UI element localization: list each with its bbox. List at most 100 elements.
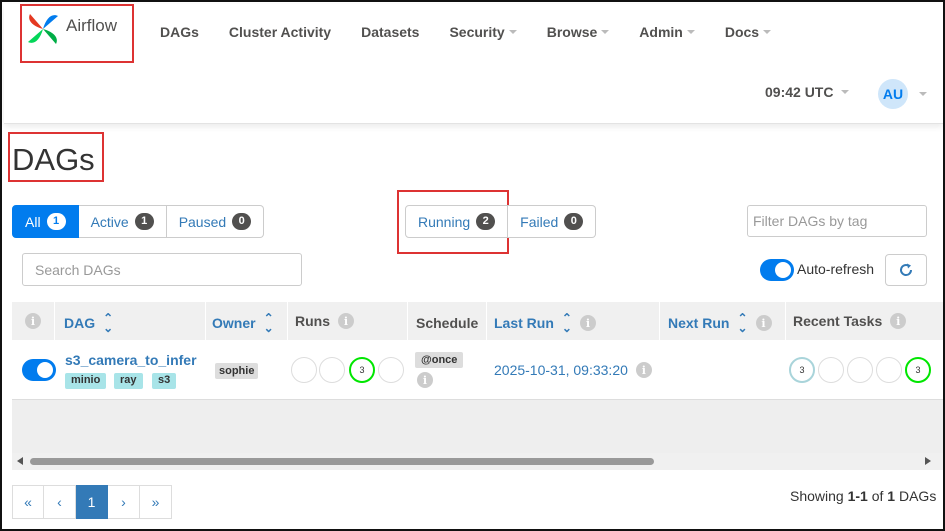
chevron-down-icon — [841, 90, 850, 94]
scroll-left-icon[interactable] — [17, 457, 23, 465]
nav-browse-label: Browse — [546, 24, 598, 40]
task-state-circle[interactable] — [818, 357, 844, 383]
info-icon[interactable]: i — [417, 372, 433, 388]
dag-pause-toggle[interactable] — [22, 359, 56, 381]
nav-datasets-label: Datasets — [361, 24, 420, 40]
count-badge: 0 — [564, 213, 584, 230]
auto-refresh-toggle[interactable] — [760, 259, 794, 281]
count-badge: 1 — [134, 213, 154, 230]
filter-failed-button[interactable]: Failed 0 — [508, 205, 597, 238]
info-icon[interactable]: i — [338, 313, 354, 329]
filter-active-label: Active — [90, 213, 129, 230]
run-state-circle-running[interactable]: 3 — [349, 357, 375, 383]
filter-running-label: Running — [418, 213, 471, 230]
next-page-button[interactable]: › — [108, 485, 140, 519]
showing-suffix: DAGs — [895, 488, 937, 504]
horizontal-scrollbar[interactable] — [12, 453, 943, 470]
nav-docs-label: Docs — [724, 24, 760, 40]
run-state-circle[interactable] — [291, 357, 317, 383]
th-runs: Runs i — [295, 313, 354, 329]
showing-count: Showing 1-1 of 1 DAGs — [790, 488, 936, 504]
nav-security[interactable]: Security — [449, 24, 517, 40]
filter-active-button[interactable]: Active 1 — [78, 205, 167, 238]
showing-range: 1-1 — [847, 488, 868, 504]
info-icon[interactable]: i — [755, 315, 772, 331]
th-owner[interactable]: Owner ⌃ ⌄ — [212, 312, 274, 334]
nav-cluster-activity[interactable]: Cluster Activity — [229, 24, 331, 40]
showing-total: 1 — [887, 488, 896, 504]
count-badge: 2 — [476, 213, 496, 230]
filter-running-button[interactable]: Running 2 — [405, 205, 509, 238]
column-divider — [486, 302, 487, 340]
chevron-down-icon — [601, 30, 610, 34]
status-filter-group: All 1 Active 1 Paused 0 — [12, 205, 265, 238]
th-last-run-label: Last Run — [494, 315, 554, 331]
th-last-run[interactable]: Last Run ⌃ ⌄ i — [494, 312, 596, 334]
last-run-link[interactable]: 2025-10-31, 09:33:20 i — [494, 362, 652, 378]
last-run-value: 2025-10-31, 09:33:20 — [494, 362, 628, 378]
nav-browse[interactable]: Browse — [547, 24, 610, 40]
count-badge: 0 — [232, 213, 252, 230]
task-state-circle[interactable] — [847, 357, 873, 383]
scrollbar-thumb[interactable] — [30, 458, 654, 465]
count-badge: 1 — [46, 213, 66, 230]
th-recent-tasks-label: Recent Tasks — [793, 313, 883, 329]
task-state-circle[interactable] — [876, 357, 902, 383]
info-icon[interactable]: i — [635, 362, 652, 378]
filter-all-button[interactable]: All 1 — [12, 205, 79, 238]
task-state-circle-running[interactable]: 3 — [905, 357, 931, 383]
sort-icon: ⌃ ⌄ — [103, 311, 114, 335]
showing-of: of — [867, 488, 888, 504]
th-dag[interactable]: DAG ⌃ ⌄ — [64, 311, 114, 335]
run-state-circle[interactable] — [378, 357, 404, 383]
dag-tag[interactable]: minio — [65, 373, 107, 389]
run-state-filter-group: Running 2 Failed 0 — [405, 205, 597, 238]
column-divider — [407, 302, 408, 340]
run-state-circle[interactable] — [319, 357, 345, 383]
sort-icon: ⌃ ⌄ — [737, 311, 748, 335]
user-avatar[interactable]: AU — [878, 79, 908, 109]
first-page-button[interactable]: « — [12, 485, 44, 519]
chevron-down-icon — [763, 30, 772, 34]
scroll-right-icon[interactable] — [925, 457, 931, 465]
info-icon[interactable]: i — [25, 313, 41, 329]
dag-id-link[interactable]: s3_camera_to_infer — [65, 352, 197, 368]
info-icon[interactable]: i — [890, 313, 907, 329]
tag-filter-input[interactable]: Filter DAGs by tag — [747, 205, 927, 237]
schedule-label[interactable]: @once — [415, 352, 464, 368]
th-runs-label: Runs — [295, 313, 330, 329]
chevron-down-icon — [686, 30, 695, 34]
last-page-button[interactable]: » — [140, 485, 172, 519]
task-state-circle-queued[interactable]: 3 — [789, 357, 815, 383]
column-divider — [205, 302, 206, 340]
th-recent-tasks: Recent Tasks i — [793, 313, 907, 329]
chevron-down-icon[interactable] — [919, 92, 927, 96]
column-divider — [287, 302, 288, 340]
th-next-run-label: Next Run — [668, 315, 730, 331]
nav-datasets[interactable]: Datasets — [361, 24, 419, 40]
nav-admin[interactable]: Admin — [639, 24, 695, 40]
nav-dags[interactable]: DAGs — [160, 24, 199, 40]
nav-docs[interactable]: Docs — [724, 24, 772, 40]
search-dags-input[interactable]: Search DAGs — [22, 253, 302, 286]
refresh-button[interactable] — [885, 254, 927, 286]
filter-paused-label: Paused — [178, 213, 227, 230]
browser-frame: Airflow DAGs Cluster Activity Datasets S… — [0, 0, 945, 531]
chevron-down-icon — [508, 30, 517, 34]
dag-tag[interactable]: s3 — [152, 373, 177, 389]
filter-paused-button[interactable]: Paused 0 — [166, 205, 265, 238]
th-dag-label: DAG — [64, 315, 96, 331]
th-next-run[interactable]: Next Run ⌃ ⌄ i — [668, 311, 772, 335]
dag-tag[interactable]: ray — [114, 373, 143, 389]
owner-label[interactable]: sophie — [215, 363, 259, 379]
info-icon[interactable]: i — [579, 315, 596, 331]
timezone-dropdown[interactable]: 09:42 UTC — [765, 84, 850, 100]
current-time: 09:42 UTC — [765, 84, 834, 100]
page-1-button[interactable]: 1 — [76, 485, 108, 519]
annotation-box-logo — [20, 4, 134, 63]
showing-prefix: Showing — [790, 488, 848, 504]
auto-refresh-label: Auto-refresh — [797, 261, 875, 277]
main-nav: DAGs Cluster Activity Datasets Security … — [160, 24, 801, 40]
prev-page-button[interactable]: ‹ — [44, 485, 76, 519]
th-schedule-label: Schedule — [416, 315, 479, 331]
